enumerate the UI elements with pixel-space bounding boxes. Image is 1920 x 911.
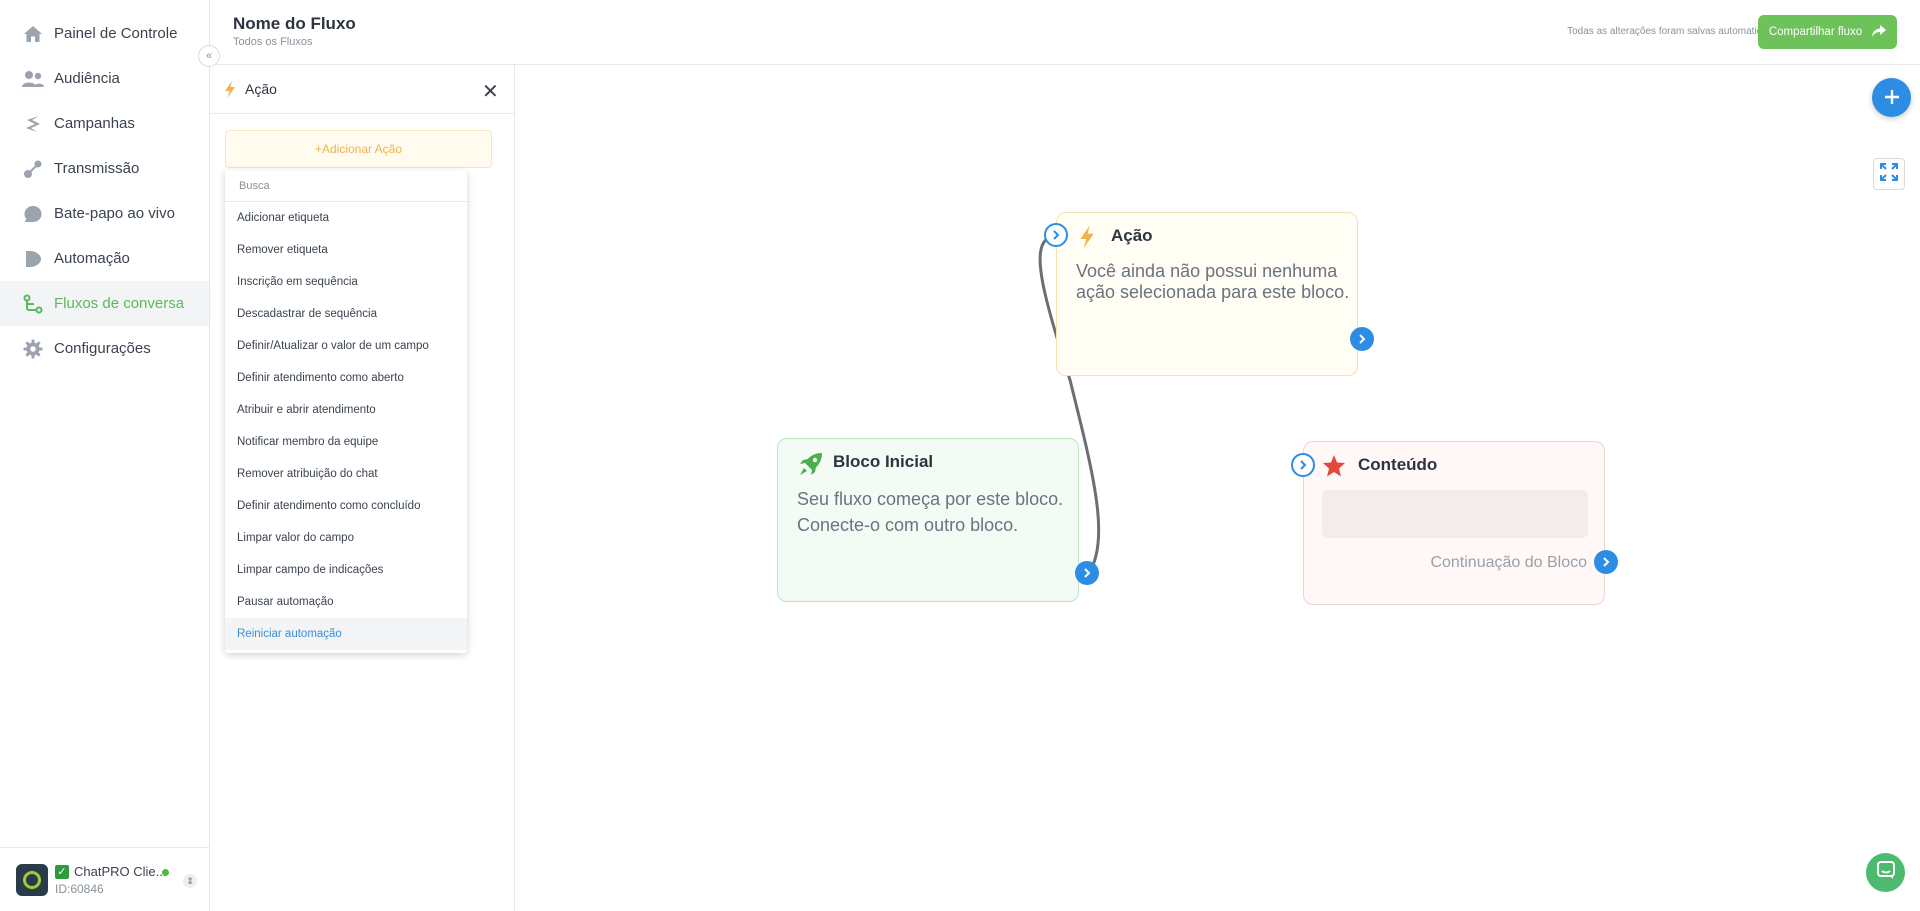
dropdown-option[interactable]: Limpar valor do campo <box>225 522 467 554</box>
sidebar-item-label: Painel de Controle <box>54 25 178 42</box>
dropdown-option[interactable]: Pausar automação <box>225 586 467 618</box>
sidebar-item-painel-de-controle[interactable]: Painel de Controle <box>0 11 209 56</box>
sidebar-item-automacao[interactable]: Automação <box>0 236 209 281</box>
chevron-updown-icon[interactable]: ⇕ <box>183 874 197 888</box>
sidebar: Painel de Controle Audiência Campanhas T… <box>0 0 210 911</box>
panel-header: Ação ✕ <box>210 65 515 114</box>
output-port[interactable] <box>1075 561 1099 585</box>
account-id: ID:60846 <box>55 882 104 896</box>
input-port[interactable] <box>1291 453 1315 477</box>
dropdown-option[interactable]: Definir/Atualizar o valor de um campo <box>225 330 467 362</box>
sidebar-item-label: Bate-papo ao vivo <box>54 205 175 222</box>
dropdown-option[interactable]: Definir atendimento como concluído <box>225 490 467 522</box>
expand-icon <box>1880 162 1898 186</box>
start-block[interactable]: Bloco Inicial Seu fluxo começa por este … <box>777 438 1079 602</box>
fit-view-button[interactable] <box>1873 158 1905 190</box>
panel-title: Ação <box>245 81 277 97</box>
sidebar-item-label: Transmissão <box>54 160 140 177</box>
broadcast-icon <box>22 158 44 180</box>
page-title[interactable]: Nome do Fluxo <box>233 14 356 34</box>
dropdown-option[interactable]: Limpar campo de indicações <box>225 554 467 586</box>
action-block[interactable]: Ação Você ainda não possui nenhuma ação … <box>1056 212 1358 376</box>
dropdown-option[interactable]: Remover atribuição do chat <box>225 458 467 490</box>
campaigns-icon <box>22 113 44 135</box>
header: Nome do Fluxo Todos os Fluxos Todas as a… <box>210 0 1920 65</box>
dropdown-option[interactable]: Descadastrar de sequência <box>225 298 467 330</box>
chat-icon <box>1876 860 1896 885</box>
sidebar-item-audiencia[interactable]: Audiência <box>0 56 209 101</box>
users-icon <box>22 68 44 90</box>
output-port[interactable] <box>1594 550 1618 574</box>
action-panel: Ação ✕ +Adicionar Ação Busca Adicionar e… <box>210 65 515 911</box>
block-title: Ação <box>1111 226 1153 245</box>
check-icon: ✓ <box>55 865 69 879</box>
add-block-button[interactable] <box>1872 78 1911 117</box>
account-name: ChatPRO Clie... <box>74 864 167 879</box>
account-switcher[interactable]: ✓ ChatPRO Clie... ID:60846 ⇕ <box>0 847 209 911</box>
breadcrumb[interactable]: Todos os Fluxos <box>233 36 312 48</box>
sidebar-item-bate-papo[interactable]: Bate-papo ao vivo <box>0 191 209 236</box>
star-icon <box>1322 454 1346 483</box>
block-title: Conteúdo <box>1358 455 1438 474</box>
input-port[interactable] <box>1044 223 1068 247</box>
sidebar-item-fluxos-de-conversa[interactable]: Fluxos de conversa <box>0 281 209 326</box>
share-flow-button[interactable]: Compartilhar fluxo <box>1758 15 1897 49</box>
sidebar-item-label: Audiência <box>54 70 120 87</box>
search-input[interactable]: Busca <box>225 170 467 202</box>
sidebar-item-transmissao[interactable]: Transmissão <box>0 146 209 191</box>
dropdown-option[interactable]: Definir atendimento como aberto <box>225 362 467 394</box>
chat-icon <box>22 203 44 225</box>
sidebar-item-configuracoes[interactable]: Configurações <box>0 326 209 371</box>
dropdown-option[interactable]: Inscrição em sequência <box>225 266 467 298</box>
sidebar-item-label: Campanhas <box>54 115 135 132</box>
support-chat-button[interactable] <box>1866 853 1905 892</box>
block-description: Você ainda não possui nenhuma ação selec… <box>1076 261 1350 302</box>
flows-icon <box>22 293 44 315</box>
flow-canvas[interactable] <box>516 65 1920 911</box>
share-label: Compartilhar fluxo <box>1768 26 1863 38</box>
output-port[interactable] <box>1350 327 1374 351</box>
content-block[interactable]: Conteúdo Continuação do Bloco <box>1303 441 1605 605</box>
online-status-dot <box>162 869 169 876</box>
lightning-icon <box>1079 225 1095 254</box>
block-description: Seu fluxo começa por este bloco. Conecte… <box>797 489 1064 535</box>
close-icon[interactable]: ✕ <box>482 79 499 104</box>
sidebar-item-label: Automação <box>54 250 130 267</box>
avatar <box>16 864 48 896</box>
dropdown-option-highlighted[interactable]: Reiniciar automação <box>225 618 467 650</box>
dropdown-option[interactable]: Adicionar etiqueta <box>225 202 467 234</box>
dropdown-option[interactable]: Notificar membro da equipe <box>225 426 467 458</box>
collapse-sidebar-button[interactable]: « <box>198 45 220 67</box>
content-placeholder[interactable] <box>1322 490 1588 538</box>
rocket-icon <box>798 451 824 482</box>
sidebar-item-label: Configurações <box>54 340 151 357</box>
sidebar-item-label: Fluxos de conversa <box>54 295 185 312</box>
sidebar-item-campanhas[interactable]: Campanhas <box>0 101 209 146</box>
action-dropdown: Busca Adicionar etiqueta Remover etiquet… <box>225 170 467 653</box>
home-icon <box>22 23 44 45</box>
add-action-button[interactable]: +Adicionar Ação <box>225 130 492 168</box>
dropdown-option[interactable]: Atribuir e abrir atendimento <box>225 394 467 426</box>
plus-icon <box>1884 84 1900 112</box>
gear-icon <box>22 338 44 360</box>
lightning-icon <box>224 81 236 103</box>
block-continuation-label: Continuação do Bloco <box>1430 554 1587 571</box>
automation-icon <box>22 248 44 270</box>
block-title: Bloco Inicial <box>833 452 934 471</box>
share-icon <box>1872 24 1887 40</box>
dropdown-option[interactable]: Remover etiqueta <box>225 234 467 266</box>
